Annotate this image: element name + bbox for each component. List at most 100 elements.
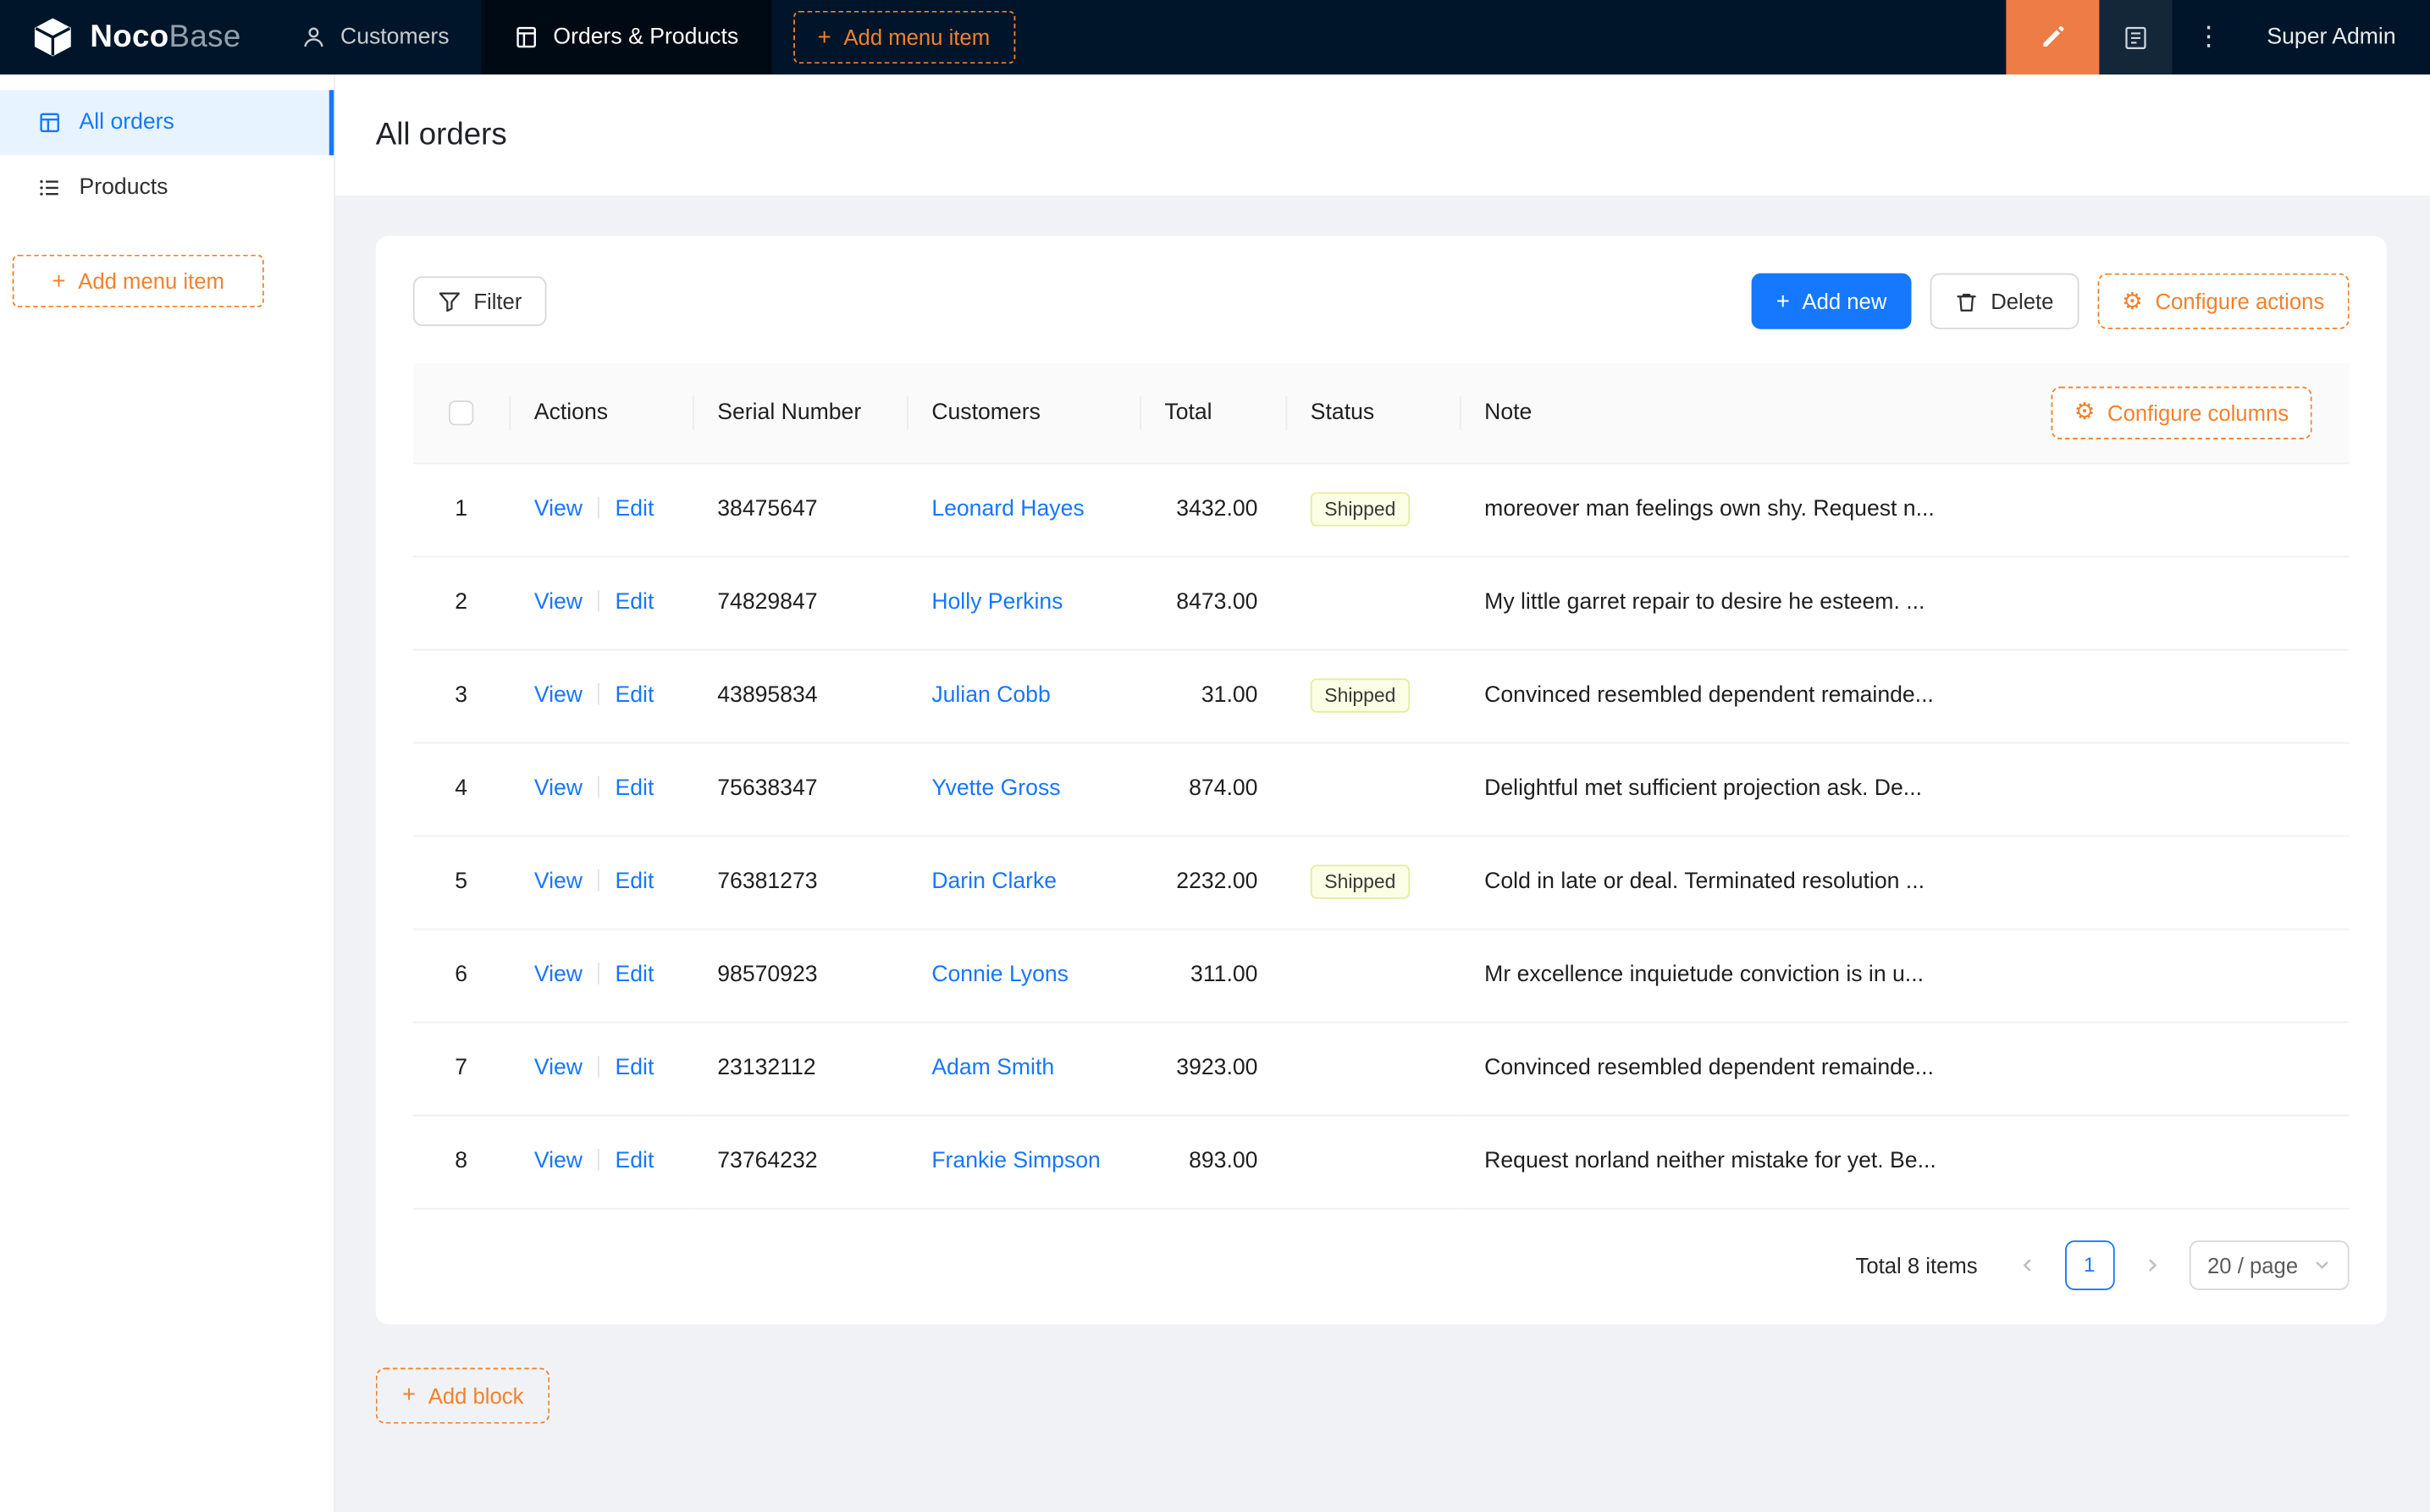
- sidebar-item-products[interactable]: Products: [0, 155, 334, 220]
- table-row[interactable]: 5 View Edit 76381273 Darin Clarke 2232.00…: [412, 835, 2350, 930]
- table-row[interactable]: 6 View Edit 98570923 Connie Lyons 311.00 …: [412, 928, 2350, 1023]
- edit-link[interactable]: Edit: [616, 1149, 654, 1173]
- customer-link[interactable]: Leonard Hayes: [931, 497, 1084, 521]
- view-link[interactable]: View: [534, 497, 583, 521]
- edit-link[interactable]: Edit: [616, 683, 654, 708]
- edit-link[interactable]: Edit: [616, 497, 654, 521]
- page-size-select[interactable]: 20 / page: [2189, 1239, 2350, 1290]
- ui-editor-button[interactable]: [2006, 0, 2100, 75]
- add-block-button[interactable]: + Add block: [375, 1366, 550, 1423]
- ellipsis-icon: ⋮: [2195, 21, 2223, 53]
- note-cell: Cold in late or deal. Terminated resolut…: [1459, 835, 2350, 930]
- prev-page-button[interactable]: [2002, 1239, 2052, 1289]
- edit-link[interactable]: Edit: [616, 963, 654, 987]
- add-menu-item-button-top[interactable]: + Add menu item: [793, 10, 1015, 64]
- table-header-row: Actions Serial Number Customers Total St…: [412, 363, 2350, 464]
- page-title: All orders: [375, 117, 507, 152]
- menu-item-orders-products[interactable]: Orders & Products: [482, 0, 771, 75]
- edit-link[interactable]: Edit: [616, 1056, 654, 1080]
- edit-link[interactable]: Edit: [616, 590, 654, 615]
- edit-link[interactable]: Edit: [616, 776, 654, 801]
- customer-link[interactable]: Julian Cobb: [931, 683, 1050, 708]
- divider: [598, 1149, 600, 1171]
- serial-number-cell: 73764232: [692, 1114, 907, 1209]
- topbar-right: ⋮ Super Admin: [2006, 0, 2430, 75]
- plus-icon: +: [817, 24, 831, 51]
- table-row[interactable]: 3 View Edit 43895834 Julian Cobb 31.00 Sh…: [412, 648, 2350, 743]
- customer-link[interactable]: Yvette Gross: [931, 776, 1060, 801]
- row-index: 5: [412, 835, 510, 930]
- row-index: 4: [412, 742, 510, 836]
- chevron-down-icon: [2313, 1256, 2330, 1273]
- table-row[interactable]: 2 View Edit 74829847 Holly Perkins 8473.0…: [412, 555, 2350, 650]
- next-page-button[interactable]: [2127, 1239, 2177, 1289]
- row-index: 7: [412, 1021, 510, 1116]
- gear-icon: ⚙: [2122, 286, 2143, 315]
- status-badge: Shipped: [1310, 678, 1410, 713]
- sidebar-item-all-orders[interactable]: All orders: [0, 90, 334, 156]
- plugin-doc-button[interactable]: [2099, 0, 2173, 75]
- view-link[interactable]: View: [534, 1056, 583, 1080]
- filter-button[interactable]: Filter: [412, 276, 547, 327]
- column-header-actions: Actions: [509, 363, 693, 464]
- chevron-right-icon: [2148, 1258, 2157, 1272]
- customer-link[interactable]: Darin Clarke: [931, 869, 1057, 894]
- table-toolbar: Filter + Add new Delete ⚙ Configure acti…: [412, 273, 2350, 329]
- view-link[interactable]: View: [534, 590, 583, 615]
- note-cell: Convinced resembled dependent remainde..…: [1459, 648, 2350, 743]
- divider: [598, 962, 600, 985]
- total-cell: 2232.00: [1140, 835, 1286, 930]
- content: Filter + Add new Delete ⚙ Configure acti…: [335, 196, 2430, 1512]
- top-navbar: NocoBase Customers Orders & Products + A…: [0, 0, 2430, 75]
- serial-number-cell: 43895834: [692, 648, 907, 743]
- table-row[interactable]: 7 View Edit 23132112 Adam Smith 3923.00 C…: [412, 1021, 2350, 1116]
- customer-link[interactable]: Connie Lyons: [931, 963, 1069, 987]
- add-new-button[interactable]: + Add new: [1751, 273, 1912, 329]
- row-index: 3: [412, 648, 510, 743]
- current-user[interactable]: Super Admin: [2245, 25, 2430, 49]
- edit-link[interactable]: Edit: [616, 869, 654, 894]
- note-cell: Request norland neither mistake for yet.…: [1459, 1114, 2350, 1209]
- view-link[interactable]: View: [534, 1149, 583, 1173]
- delete-button[interactable]: Delete: [1930, 273, 2079, 329]
- total-cell: 3432.00: [1140, 462, 1286, 557]
- orders-table-icon: [40, 113, 59, 133]
- note-cell: Mr excellence inquietude conviction is i…: [1459, 928, 2350, 1023]
- configure-columns-button[interactable]: ⚙ Configure columns: [2051, 386, 2312, 439]
- table-row[interactable]: 1 View Edit 38475647 Leonard Hayes 3432.0…: [412, 462, 2350, 557]
- total-cell: 893.00: [1140, 1114, 1286, 1209]
- divider: [598, 496, 600, 519]
- plus-icon: +: [52, 268, 66, 295]
- view-link[interactable]: View: [534, 963, 583, 987]
- list-icon: [40, 179, 58, 196]
- divider: [598, 869, 600, 891]
- customer-link[interactable]: Adam Smith: [931, 1056, 1054, 1080]
- customers-icon: [304, 27, 324, 47]
- row-index: 6: [412, 928, 510, 1023]
- table-row[interactable]: 4 View Edit 75638347 Yvette Gross 874.00 …: [412, 742, 2350, 836]
- configure-actions-button[interactable]: ⚙ Configure actions: [2096, 273, 2350, 329]
- note-cell: My little garret repair to desire he est…: [1459, 555, 2350, 650]
- nocobase-logo[interactable]: NocoBase: [0, 15, 269, 58]
- divider: [598, 1056, 600, 1078]
- page-1-button[interactable]: 1: [2064, 1239, 2115, 1290]
- menu-item-customers[interactable]: Customers: [269, 0, 482, 74]
- serial-number-cell: 74829847: [692, 555, 907, 650]
- trash-icon: [1957, 293, 1976, 311]
- more-actions-button[interactable]: ⋮: [2173, 0, 2245, 74]
- page-header: All orders: [335, 74, 2430, 196]
- orders-products-icon: [516, 26, 537, 48]
- add-menu-item-button-sidebar[interactable]: + Add menu item: [12, 254, 264, 308]
- row-index: 8: [412, 1114, 510, 1209]
- table-row[interactable]: 8 View Edit 73764232 Frankie Simpson 893.…: [412, 1114, 2350, 1209]
- customer-link[interactable]: Frankie Simpson: [931, 1149, 1101, 1173]
- view-link[interactable]: View: [534, 683, 583, 708]
- orders-table-block: Filter + Add new Delete ⚙ Configure acti…: [375, 235, 2387, 1324]
- book-icon: [2125, 25, 2146, 49]
- view-link[interactable]: View: [534, 776, 583, 801]
- customer-link[interactable]: Holly Perkins: [931, 590, 1063, 615]
- view-link[interactable]: View: [534, 869, 583, 894]
- select-all-checkbox[interactable]: [448, 400, 474, 426]
- total-cell: 8473.00: [1140, 555, 1286, 650]
- screen: NocoBase Customers Orders & Products + A…: [0, 0, 2430, 1512]
